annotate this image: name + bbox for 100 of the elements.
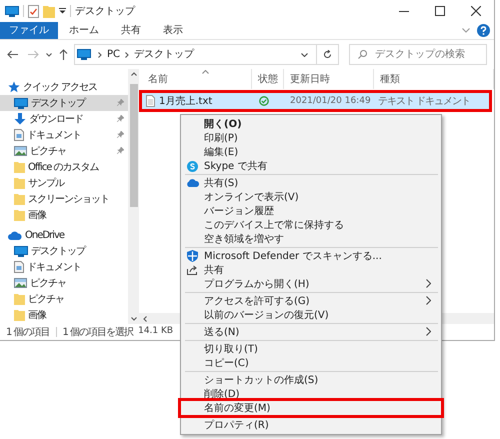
- monitor-icon: [14, 246, 28, 256]
- ribbon-tab[interactable]: 表示: [152, 22, 194, 39]
- menu-item[interactable]: 編集(E): [181, 145, 441, 159]
- nav-item[interactable]: デスクトップ: [31, 244, 85, 258]
- nav-item[interactable]: ピクチャ: [30, 144, 66, 158]
- search-icon: [358, 50, 367, 59]
- menu-item[interactable]: 削除(D): [181, 387, 441, 401]
- nav-item-highlight[interactable]: デスクトップ: [0, 95, 128, 111]
- star-icon: [8, 81, 20, 93]
- nav-item[interactable]: ピクチャ: [30, 276, 66, 290]
- folder-icon: [14, 177, 25, 189]
- help-icon[interactable]: [477, 24, 490, 37]
- maximize-icon[interactable]: [435, 6, 445, 16]
- document-icon: [14, 261, 24, 273]
- nav-item[interactable]: 画像: [28, 208, 46, 222]
- scroll-down-icon[interactable]: [130, 317, 136, 321]
- menu-item[interactable]: 送る(N): [181, 325, 441, 339]
- refresh-button[interactable]: [317, 44, 339, 65]
- nav-item[interactable]: ピクチャ: [28, 292, 64, 306]
- search-field[interactable]: デスクトップの検索: [349, 44, 487, 65]
- cloud-icon: [8, 230, 22, 240]
- nav-item[interactable]: クイック アクセス: [23, 80, 98, 94]
- nav-item[interactable]: スクリーンショット: [28, 192, 109, 206]
- menu-item[interactable]: アクセスを許可する(G): [181, 294, 441, 308]
- menu-item[interactable]: 空き領域を増やす: [181, 232, 441, 246]
- breadcrumb-item[interactable]: PC: [107, 47, 120, 62]
- file-row[interactable]: 1月売上.txt 2021/01/20 16:49 テキスト ドキュメント: [142, 93, 489, 109]
- shield-icon: [187, 250, 198, 262]
- monitor-icon: [77, 49, 91, 60]
- menu-item[interactable]: 印刷(P): [181, 131, 441, 145]
- menu-item[interactable]: 切り取り(T): [181, 342, 441, 356]
- selection-info: 1 個の項目を選択: [62, 326, 134, 340]
- properties-icon[interactable]: [28, 4, 39, 18]
- column-header[interactable]: 状態: [252, 69, 284, 89]
- menu-item[interactable]: このデバイス上で常に保持する: [181, 218, 441, 232]
- column-header[interactable]: 更新日時: [284, 69, 374, 89]
- folder-icon: [14, 161, 25, 173]
- chevron-right-icon: [98, 52, 102, 58]
- menu-item[interactable]: 名前の変更(M): [181, 401, 441, 415]
- scroll-left-icon[interactable]: [143, 316, 147, 322]
- address-bar[interactable]: PC デスクトップ: [74, 44, 317, 65]
- menu-item[interactable]: オンラインで表示(V): [181, 190, 441, 204]
- chevron-down-icon[interactable]: [301, 52, 308, 56]
- breadcrumb-item[interactable]: デスクトップ: [134, 47, 194, 62]
- menu-item[interactable]: プロパティ(R): [181, 418, 441, 432]
- menu-item[interactable]: Microsoft Defender でスキャンする...: [181, 249, 441, 263]
- chat-logo-icon: [187, 160, 198, 172]
- nav-item[interactable]: ダウンロード: [29, 112, 83, 126]
- folder-icon: [14, 209, 25, 221]
- ribbon-tab[interactable]: 共有: [110, 22, 152, 39]
- dropdown-icon[interactable]: [59, 8, 66, 14]
- file-date: 2021/01/20 16:49: [290, 96, 371, 106]
- menu-item[interactable]: Skype で共有: [181, 159, 441, 173]
- nav-item[interactable]: ドキュメント: [27, 128, 81, 142]
- folder-icon: [14, 293, 25, 305]
- cloud-icon: [186, 179, 199, 187]
- chevron-right-icon: [125, 52, 130, 58]
- nav-item[interactable]: サンプル: [28, 176, 64, 190]
- menu-item[interactable]: プログラムから開く(H): [181, 277, 441, 291]
- menu-item[interactable]: 以前のバージョンの復元(V): [181, 308, 441, 322]
- sort-up-icon: [202, 70, 209, 74]
- back-arrow-icon[interactable]: [7, 50, 18, 59]
- file-name: 1月売上.txt: [159, 94, 212, 108]
- folder-icon: [14, 309, 25, 321]
- download-arrow-icon: [14, 113, 26, 125]
- nav-item[interactable]: OneDrive: [25, 228, 64, 242]
- menu-item[interactable]: ショートカットの作成(S): [181, 373, 441, 387]
- selection-size: 14.1 KB: [138, 325, 174, 338]
- column-header[interactable]: 種類: [374, 69, 494, 89]
- picture-icon: [14, 146, 27, 156]
- menu-item[interactable]: 共有(S): [181, 176, 441, 190]
- folder-icon: [14, 193, 25, 205]
- menu-item[interactable]: 共有: [181, 263, 441, 277]
- ribbon-tab[interactable]: ホーム: [58, 22, 110, 39]
- chevron-down-icon[interactable]: [46, 52, 52, 56]
- nav-item[interactable]: デスクトップ: [31, 96, 85, 110]
- menu-item[interactable]: 開く(O): [181, 117, 441, 131]
- menu-item[interactable]: バージョン履歴: [181, 204, 441, 218]
- column-header[interactable]: 名前: [142, 69, 252, 89]
- search-input: デスクトップの検索: [375, 47, 485, 62]
- window-title: デスクトップ: [75, 4, 135, 18]
- document-icon: [14, 129, 24, 141]
- item-count: 1 個の項目: [6, 326, 50, 340]
- up-arrow-icon[interactable]: [59, 49, 68, 60]
- file-type: テキスト ドキュメント: [378, 96, 470, 106]
- nav-item[interactable]: ドキュメント: [27, 260, 81, 274]
- scroll-thumb[interactable]: [130, 84, 138, 207]
- refresh-icon: [323, 50, 332, 59]
- ribbon-tab[interactable]: ファイル: [0, 22, 58, 39]
- close-icon[interactable]: [471, 6, 481, 16]
- nav-item[interactable]: 画像: [28, 308, 46, 322]
- nav-item[interactable]: Office のカスタム: [28, 160, 99, 174]
- share-icon: [187, 265, 198, 275]
- scroll-up-icon[interactable]: [130, 72, 136, 76]
- text-file-icon: [146, 95, 155, 107]
- monitor-icon: [14, 98, 28, 108]
- monitor-icon: [5, 6, 19, 16]
- scrollbar[interactable]: [128, 69, 139, 324]
- picture-icon: [14, 278, 27, 288]
- menu-item[interactable]: コピー(C): [181, 356, 441, 370]
